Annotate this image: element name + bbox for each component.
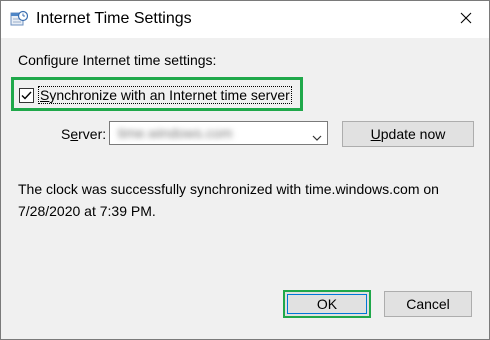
title-bar[interactable]: Internet Time Settings xyxy=(1,1,489,38)
sync-checkbox[interactable] xyxy=(19,87,34,103)
server-label-rest: rver: xyxy=(78,126,107,142)
update-now-button[interactable]: Update now xyxy=(342,121,474,147)
sync-label-mnemonic: S xyxy=(40,87,50,103)
server-label: Server: xyxy=(61,125,106,143)
chevron-down-icon[interactable] xyxy=(312,129,322,141)
update-label-rest: pdate now xyxy=(380,126,446,142)
close-button[interactable] xyxy=(443,1,489,38)
checkmark-icon xyxy=(21,91,32,100)
internet-time-settings-dialog: Internet Time Settings Configure Interne… xyxy=(0,0,490,340)
sync-checkbox-label[interactable]: Synchronize with an Internet time server xyxy=(38,86,292,104)
date-time-settings-icon xyxy=(10,10,29,28)
server-value: time.windows.com xyxy=(118,125,233,141)
update-mnemonic: U xyxy=(370,126,381,142)
ok-button[interactable]: OK xyxy=(283,290,371,318)
sync-label-rest: ynchronize with an Internet time server xyxy=(49,87,290,103)
cancel-button[interactable]: Cancel xyxy=(384,291,472,317)
window-title: Internet Time Settings xyxy=(36,10,192,27)
server-label-prefix: S xyxy=(61,126,71,142)
configure-label: Configure Internet time settings: xyxy=(18,52,217,68)
sync-status-message: The clock was successfully synchronized … xyxy=(18,181,439,219)
cancel-label: Cancel xyxy=(406,296,450,312)
sync-checkbox-row[interactable]: Synchronize with an Internet time server xyxy=(19,86,292,104)
focus-ring xyxy=(287,294,367,314)
server-dropdown[interactable]: time.windows.com xyxy=(109,121,328,145)
close-icon xyxy=(460,11,472,29)
server-label-mnemonic: e xyxy=(70,126,79,142)
